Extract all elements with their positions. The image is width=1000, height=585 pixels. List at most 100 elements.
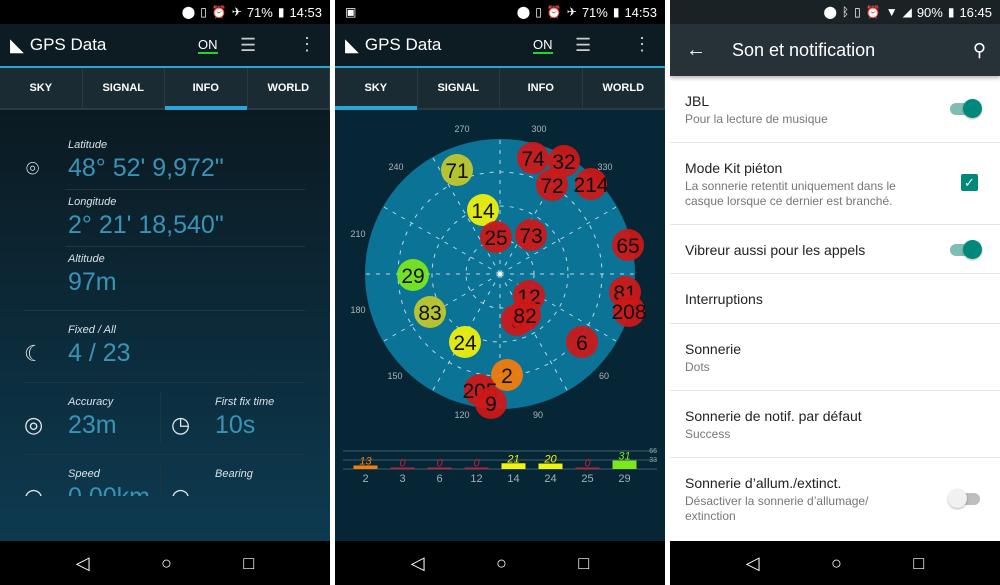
- tab-info[interactable]: INFO: [165, 68, 248, 110]
- setting-title: JBL: [685, 93, 710, 109]
- longitude-label: Longitude: [68, 196, 117, 208]
- battery-icon: ▮: [947, 5, 955, 19]
- setting-title: Sonnerie de notif. par défaut: [685, 408, 862, 424]
- setting-title: Sonnerie d’allum./extinct.: [685, 475, 842, 491]
- vibreur-toggle[interactable]: [950, 240, 982, 259]
- signal-value: 0: [436, 458, 443, 470]
- vibrate-icon: ▯: [200, 5, 207, 19]
- navigation-bar: ◁ ○ □: [335, 541, 665, 585]
- sonnerie-allumage-toggle[interactable]: [948, 489, 980, 508]
- signal-value: 21: [506, 453, 519, 465]
- setting-vibreur[interactable]: Vibreur aussi pour les appels: [670, 225, 1000, 274]
- info-panel: ⌾ Latitude 48° 52' 9,972" Longitude 2° 2…: [0, 110, 330, 541]
- setting-title: Vibreur aussi pour les appels: [685, 242, 866, 258]
- clock: 14:53: [624, 4, 657, 20]
- tab-sky[interactable]: SKY: [335, 68, 418, 110]
- sky-panel: 270 300 330 240 210 180 150 120 90 60 71 74 32 72 214 1…: [335, 110, 665, 541]
- degree-label: 120: [454, 410, 469, 420]
- image-notification-icon: ▣: [345, 5, 357, 19]
- degree-label: 60: [599, 371, 609, 381]
- target-icon: ◎: [24, 412, 44, 437]
- satellite-icon: ☾: [24, 341, 44, 366]
- signal-icon: ◢: [902, 5, 912, 19]
- gps-on-toggle[interactable]: ON: [198, 37, 218, 54]
- setting-sonnerie[interactable]: Sonnerie Dots: [670, 324, 1000, 391]
- back-button[interactable]: ◁: [411, 553, 425, 574]
- status-bar: ▣ ⬤ ▯ ⏰ ✈ 71% ▮ 14:53: [335, 0, 665, 24]
- alarm-icon: ⏰: [546, 5, 562, 19]
- setting-subtitle: Pour la lecture de musique: [685, 112, 828, 126]
- degree-label: 300: [531, 124, 546, 134]
- back-button[interactable]: ◁: [746, 553, 760, 574]
- sliders-icon[interactable]: ☰: [240, 35, 256, 56]
- setting-mode-kit-pieton[interactable]: Mode Kit piéton La sonnerie retentit uni…: [670, 143, 1000, 225]
- gps-on-toggle[interactable]: ON: [533, 37, 553, 54]
- satellite-prn-label: 12: [470, 473, 482, 485]
- tab-bar: SKY SIGNAL INFO WORLD: [335, 68, 665, 110]
- setting-sonnerie-allumage[interactable]: Sonnerie d’allum./extinct. Désactiver la…: [670, 458, 1000, 541]
- fixed-label: Fixed / All: [68, 324, 116, 336]
- satellite-id: 25: [484, 227, 507, 250]
- degree-label: 90: [533, 410, 543, 420]
- home-button[interactable]: ○: [496, 553, 507, 574]
- sliders-icon[interactable]: ☰: [575, 35, 591, 56]
- setting-subtitle: Dots: [685, 360, 710, 374]
- divider: [24, 310, 305, 311]
- airplane-icon: ✈: [231, 5, 242, 19]
- satellite-id: 82: [513, 305, 536, 328]
- status-bar: ⬤ ▯ ⏰ ✈ 71% ▮ 14:53: [0, 0, 330, 24]
- back-button[interactable]: ◁: [76, 553, 90, 574]
- divider: [160, 392, 161, 444]
- recents-button[interactable]: □: [243, 553, 254, 574]
- battery-percent: 90%: [916, 4, 943, 20]
- home-button[interactable]: ○: [161, 553, 172, 574]
- satellite-prn-label: 2: [362, 473, 368, 485]
- clock: 14:53: [289, 4, 322, 20]
- tab-info[interactable]: INFO: [500, 68, 583, 108]
- tab-world[interactable]: WORLD: [248, 68, 330, 108]
- search-icon[interactable]: ⚲: [973, 40, 986, 61]
- bearing-label: Bearing: [215, 468, 253, 480]
- divider: [24, 454, 305, 455]
- satellite-id: 208: [611, 301, 646, 324]
- divider: [24, 382, 305, 383]
- degree-label: 210: [350, 229, 365, 239]
- vibrate-icon: ▯: [854, 5, 861, 19]
- home-button[interactable]: ○: [831, 553, 842, 574]
- center-dot: [498, 272, 502, 276]
- satellite-id: 74: [521, 148, 545, 171]
- location-icon: ⬤: [516, 5, 531, 19]
- sound-settings-screen: ⬤ ᛒ ▯ ⏰ ▼ ◢ 90% ▮ 16:45 ← Son et notific…: [670, 0, 1000, 585]
- more-options-icon[interactable]: ⋮: [633, 34, 651, 55]
- satellite-id: 2: [501, 365, 513, 388]
- wifi-icon: ▼: [885, 5, 898, 19]
- navigation-bar: ◁ ○ □: [670, 541, 1000, 585]
- degree-label: 150: [387, 371, 402, 381]
- speed-bearing-row: ◠ Speed 0,00km ◠ Bearing: [0, 460, 330, 496]
- satellite-prn-label: 14: [507, 473, 519, 485]
- app-title: GPS Data: [29, 35, 107, 54]
- setting-jbl[interactable]: JBL Pour la lecture de musique: [670, 76, 1000, 143]
- back-arrow-icon[interactable]: ←: [686, 39, 706, 62]
- tab-world[interactable]: WORLD: [583, 68, 665, 108]
- satellite-id: 65: [616, 235, 639, 258]
- recents-button[interactable]: □: [578, 553, 589, 574]
- mode-kit-pieton-checkbox[interactable]: ✓: [961, 174, 978, 191]
- navigation-bar: ◁ ○ □: [0, 541, 330, 585]
- setting-subtitle: Désactiver la sonnerie d’allumage/ extin…: [685, 494, 869, 523]
- recents-button[interactable]: □: [913, 553, 924, 574]
- satellite-id: 73: [519, 225, 542, 248]
- satellite-dish-icon: ◣: [10, 34, 24, 55]
- more-options-icon[interactable]: ⋮: [298, 34, 316, 55]
- satellite-id: 9: [485, 393, 497, 416]
- setting-subtitle: Success: [685, 427, 731, 441]
- setting-sonnerie-notif[interactable]: Sonnerie de notif. par défaut Success: [670, 391, 1000, 458]
- tab-sky[interactable]: SKY: [0, 68, 83, 108]
- first-fix-label: First fix time: [215, 396, 275, 408]
- jbl-toggle[interactable]: [950, 99, 982, 118]
- setting-interruptions[interactable]: Interruptions: [670, 274, 1000, 324]
- tab-signal[interactable]: SIGNAL: [418, 68, 500, 108]
- altitude-value: 97m: [68, 268, 117, 296]
- sky-plot[interactable]: 270 300330240210180150120 90607174 3272 2141…: [335, 110, 665, 541]
- tab-signal[interactable]: SIGNAL: [83, 68, 165, 108]
